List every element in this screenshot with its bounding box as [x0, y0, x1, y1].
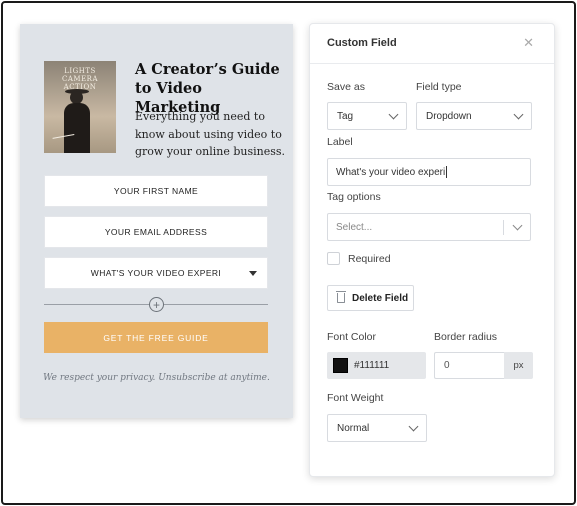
- book-cover-image: LIGHTS CAMERA ACTION: [44, 61, 116, 153]
- email-field[interactable]: YOUR EMAIL ADDRESS: [44, 216, 268, 248]
- required-checkbox[interactable]: [327, 252, 340, 265]
- privacy-note: We respect your privacy. Unsubscribe at …: [43, 373, 270, 383]
- border-radius-label: Border radius: [434, 331, 498, 343]
- get-guide-button[interactable]: GET THE FREE GUIDE: [44, 322, 268, 353]
- save-as-label: Save as: [327, 81, 365, 93]
- border-radius-unit: px: [504, 352, 533, 379]
- trash-icon: [336, 291, 346, 303]
- chevron-down-icon: [513, 109, 524, 120]
- tag-options-label: Tag options: [327, 191, 381, 203]
- first-name-field[interactable]: YOUR FIRST NAME: [44, 175, 268, 207]
- tag-options-select[interactable]: Select...: [327, 213, 531, 241]
- panel-header: Custom Field ✕: [310, 24, 554, 64]
- font-weight-select[interactable]: Normal: [327, 414, 427, 442]
- chevron-down-icon: [408, 421, 419, 432]
- required-label: Required: [348, 253, 391, 265]
- close-icon[interactable]: ✕: [523, 35, 534, 51]
- form-preview: LIGHTS CAMERA ACTION A Creator’s Guide t…: [20, 24, 293, 418]
- chevron-down-icon: [512, 220, 523, 231]
- panel-title: Custom Field: [327, 37, 397, 49]
- font-color-picker[interactable]: #111111: [327, 352, 426, 379]
- book-cover-title: LIGHTS CAMERA ACTION: [61, 67, 98, 91]
- caret-down-icon: [249, 271, 257, 276]
- field-type-select[interactable]: Dropdown: [416, 102, 532, 130]
- video-experience-dropdown[interactable]: WHAT'S YOUR VIDEO EXPERI: [44, 257, 268, 289]
- field-type-label: Field type: [416, 81, 462, 93]
- delete-field-button[interactable]: Delete Field: [327, 285, 414, 311]
- label-label: Label: [327, 136, 353, 148]
- border-radius-input[interactable]: 0: [434, 352, 504, 379]
- form-description: Everything you need to know about using …: [135, 110, 286, 158]
- plus-circle-icon[interactable]: +: [149, 297, 164, 312]
- font-color-label: Font Color: [327, 331, 377, 343]
- font-weight-label: Font Weight: [327, 392, 384, 404]
- chevron-down-icon: [388, 109, 399, 120]
- label-input[interactable]: What's your video experi: [327, 158, 531, 186]
- custom-field-panel: Custom Field ✕ Save as Field type Tag Dr…: [309, 23, 555, 477]
- color-swatch: [333, 358, 348, 373]
- save-as-select[interactable]: Tag: [327, 102, 407, 130]
